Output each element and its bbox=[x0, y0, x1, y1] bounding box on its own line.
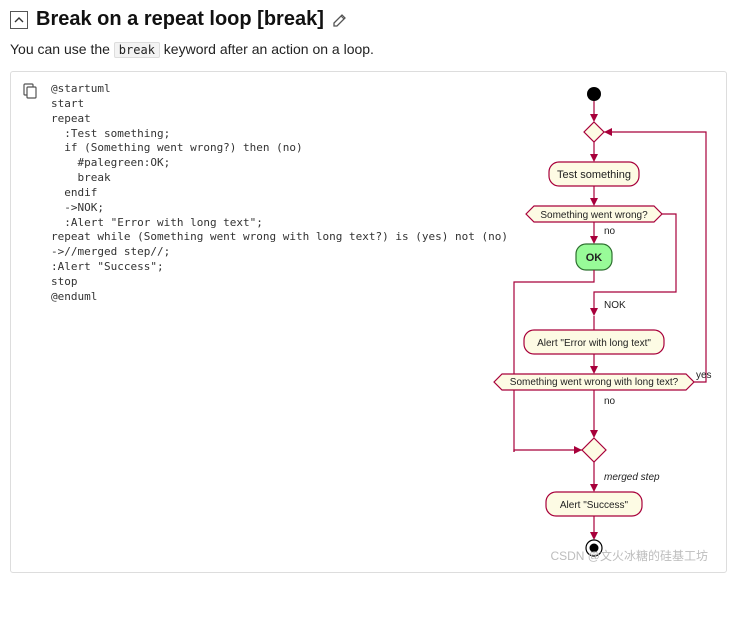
label-merged-step: merged step bbox=[604, 472, 660, 483]
node-ok-label: OK bbox=[586, 252, 603, 264]
node-alert-success-label: Alert "Success" bbox=[560, 500, 629, 511]
watermark: CSDN @文火冰糖的硅基工坊 bbox=[550, 547, 708, 564]
keyword-code: break bbox=[114, 42, 160, 58]
start-node-icon bbox=[587, 87, 601, 101]
label-no-1: no bbox=[604, 226, 616, 237]
intro-prefix: You can use the bbox=[10, 41, 114, 57]
repeat-top-diamond bbox=[584, 122, 604, 142]
page-title: Break on a repeat loop [break] bbox=[36, 8, 324, 31]
collapse-up-icon[interactable] bbox=[10, 11, 28, 29]
label-yes: yes bbox=[696, 370, 712, 381]
intro-text: You can use the break keyword after an a… bbox=[10, 41, 727, 57]
code-block[interactable]: @startuml start repeat :Test something; … bbox=[51, 82, 508, 562]
copy-icon[interactable] bbox=[21, 82, 39, 100]
node-repeat-while-label: Something went wrong with long text? bbox=[510, 377, 679, 388]
label-nok: NOK bbox=[604, 300, 626, 311]
node-something-wrong-label: Something went wrong? bbox=[540, 210, 648, 221]
label-no-2: no bbox=[604, 396, 616, 407]
activity-diagram: Test something Something went wrong? no … bbox=[518, 82, 714, 562]
node-test-something-label: Test something bbox=[557, 169, 631, 181]
merge-diamond bbox=[582, 438, 606, 462]
edit-icon[interactable] bbox=[332, 12, 348, 28]
node-alert-error-label: Alert "Error with long text" bbox=[537, 338, 651, 349]
intro-suffix: keyword after an action on a loop. bbox=[160, 41, 374, 57]
example-container: @startuml start repeat :Test something; … bbox=[10, 71, 727, 573]
